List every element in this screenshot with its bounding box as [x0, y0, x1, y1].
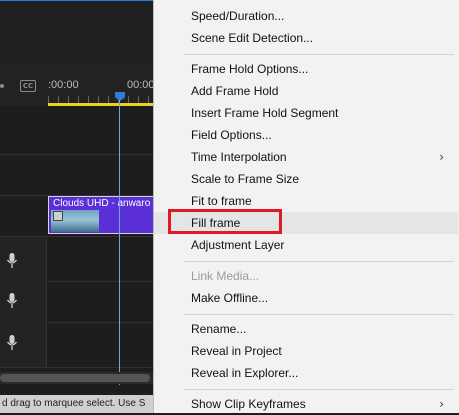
context-menu: Speed/Duration... Scene Edit Detection..… [153, 0, 459, 413]
timecode-label: 00:00 [127, 79, 155, 91]
annotation-highlight-box [168, 209, 282, 234]
menu-item-label: Add Frame Hold [191, 84, 279, 98]
microphone-icon[interactable] [6, 334, 18, 352]
menu-item-reveal-in-project[interactable]: Reveal in Project [154, 340, 458, 362]
menu-item-rename[interactable]: Rename... [154, 318, 458, 340]
menu-item-reveal-in-explorer[interactable]: Reveal in Explorer... [154, 362, 458, 384]
menu-separator [184, 389, 454, 390]
menu-item-label: Adjustment Layer [191, 238, 285, 252]
menu-item-show-clip-keyframes[interactable]: Show Clip Keyframes › [154, 393, 458, 415]
timeline-panel: CC :00:00 00:00 Clouds UHD - anwaro d dr… [0, 0, 170, 413]
menu-separator [184, 314, 454, 315]
clip-label: Clouds UHD - anwaro [53, 198, 151, 209]
microphone-icon[interactable] [6, 252, 18, 270]
fx-badge-icon [53, 211, 63, 221]
menu-item-label: Speed/Duration... [191, 9, 285, 23]
status-text: d drag to marquee select. Use S [2, 398, 146, 409]
microphone-icon[interactable] [6, 292, 18, 310]
menu-item-frame-hold-options[interactable]: Frame Hold Options... [154, 58, 458, 80]
menu-item-label: Scene Edit Detection... [191, 31, 314, 45]
menu-item-link-media: Link Media... [154, 265, 458, 287]
menu-item-scene-edit-detection[interactable]: Scene Edit Detection... [154, 27, 458, 49]
menu-item-make-offline[interactable]: Make Offline... [154, 287, 458, 309]
menu-item-field-options[interactable]: Field Options... [154, 124, 458, 146]
ruler-marker-icon [0, 84, 4, 88]
menu-item-label: Frame Hold Options... [191, 62, 309, 76]
submenu-arrow-icon: › [439, 397, 444, 411]
video-clip[interactable]: Clouds UHD - anwaro [48, 196, 158, 234]
captions-icon[interactable]: CC [20, 80, 36, 92]
timecode-label: :00:00 [48, 79, 79, 91]
menu-item-speed-duration[interactable]: Speed/Duration... [154, 5, 458, 27]
playhead-line [119, 100, 120, 385]
scrollbar-thumb[interactable] [0, 374, 150, 382]
menu-item-label: Show Clip Keyframes [191, 397, 306, 411]
menu-item-label: Time Interpolation [191, 150, 287, 164]
menu-item-add-frame-hold[interactable]: Add Frame Hold [154, 80, 458, 102]
menu-item-insert-frame-hold-segment[interactable]: Insert Frame Hold Segment [154, 102, 458, 124]
menu-item-label: Scale to Frame Size [191, 172, 300, 186]
timeline-upper-area [0, 0, 170, 67]
menu-item-label: Rename... [191, 322, 247, 336]
menu-item-label: Make Offline... [191, 291, 269, 305]
video-track[interactable] [0, 106, 170, 155]
menu-item-label: Link Media... [191, 269, 260, 283]
menu-item-scale-to-frame-size[interactable]: Scale to Frame Size [154, 168, 458, 190]
menu-separator [184, 54, 454, 55]
menu-item-label: Field Options... [191, 128, 272, 142]
menu-separator [184, 261, 454, 262]
menu-item-adjustment-layer[interactable]: Adjustment Layer [154, 234, 458, 256]
menu-item-label: Reveal in Project [191, 344, 282, 358]
menu-item-label: Reveal in Explorer... [191, 366, 299, 380]
video-track[interactable] [0, 155, 170, 196]
menu-item-label: Insert Frame Hold Segment [191, 106, 339, 120]
menu-item-time-interpolation[interactable]: Time Interpolation › [154, 146, 458, 168]
submenu-arrow-icon: › [439, 150, 444, 164]
